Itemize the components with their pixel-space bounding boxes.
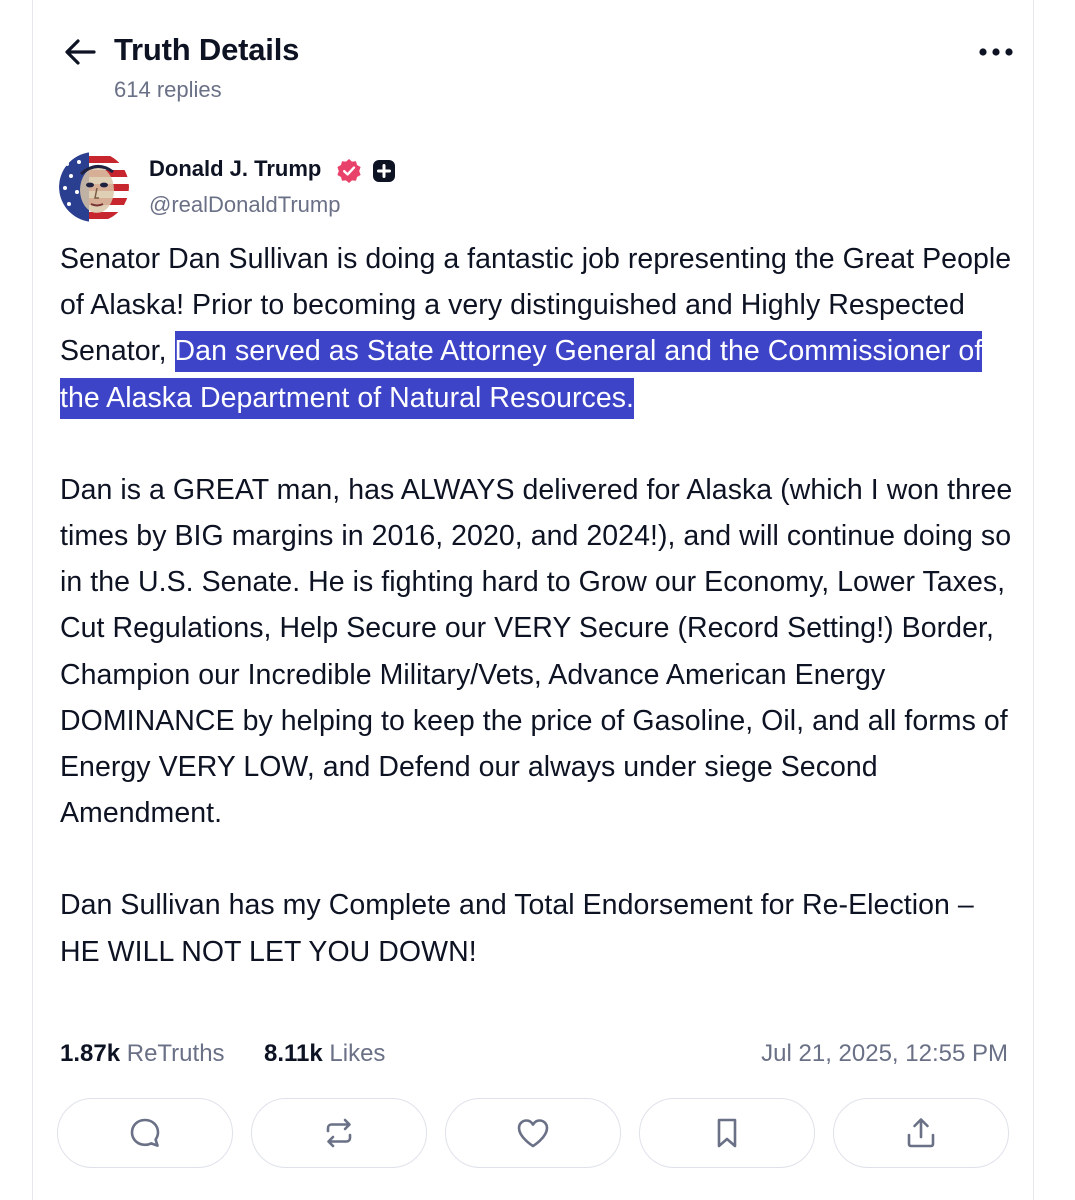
back-button[interactable] <box>62 34 98 70</box>
post-stats: 1.87k ReTruths 8.11k Likes Jul 21, 2025,… <box>60 1040 1008 1072</box>
post-timestamp: Jul 21, 2025, 12:55 PM <box>761 1040 1008 1067</box>
retruth-icon <box>326 1118 352 1148</box>
avatar[interactable] <box>59 152 129 222</box>
author-name[interactable]: Donald J. Trump <box>149 156 321 182</box>
likes-stat[interactable]: 8.11k Likes <box>264 1040 385 1068</box>
likes-count: 8.11k <box>264 1040 323 1067</box>
page-header: Truth Details 614 replies <box>62 28 1022 108</box>
like-button[interactable] <box>445 1098 621 1168</box>
more-horizontal-icon <box>979 48 1013 56</box>
arrow-left-icon <box>65 39 96 65</box>
likes-label: Likes <box>329 1040 386 1067</box>
retruths-count: 1.87k <box>60 1040 121 1067</box>
author-handle: @realDonaldTrump <box>149 192 341 217</box>
share-icon <box>907 1118 935 1148</box>
selected-text: Dan served as State Attorney General and… <box>60 331 983 419</box>
bookmark-icon <box>717 1118 737 1148</box>
plus-badge-icon <box>373 160 395 182</box>
like-icon <box>517 1119 549 1148</box>
post-content: Senator Dan Sullivan is doing a fantasti… <box>60 236 1020 975</box>
share-button[interactable] <box>833 1098 1009 1168</box>
verified-badge-icon <box>337 159 361 183</box>
reply-icon <box>130 1118 160 1147</box>
post-paragraph-3: Dan Sullivan has my Complete and Total E… <box>60 889 974 968</box>
more-options-button[interactable] <box>974 34 1018 70</box>
reply-count: 614 replies <box>114 77 222 102</box>
post-paragraph-2: Dan is a GREAT man, has ALWAYS delivered… <box>60 473 1013 830</box>
reply-button[interactable] <box>57 1098 233 1168</box>
action-bar <box>57 1098 1009 1170</box>
page-title: Truth Details <box>114 32 300 67</box>
post-paragraph-1: Senator Dan Sullivan is doing a fantasti… <box>60 236 1020 421</box>
retruth-button[interactable] <box>251 1098 427 1168</box>
bookmark-button[interactable] <box>639 1098 815 1168</box>
retruths-label: ReTruths <box>126 1040 225 1067</box>
retruths-stat[interactable]: 1.87k ReTruths <box>60 1040 225 1068</box>
